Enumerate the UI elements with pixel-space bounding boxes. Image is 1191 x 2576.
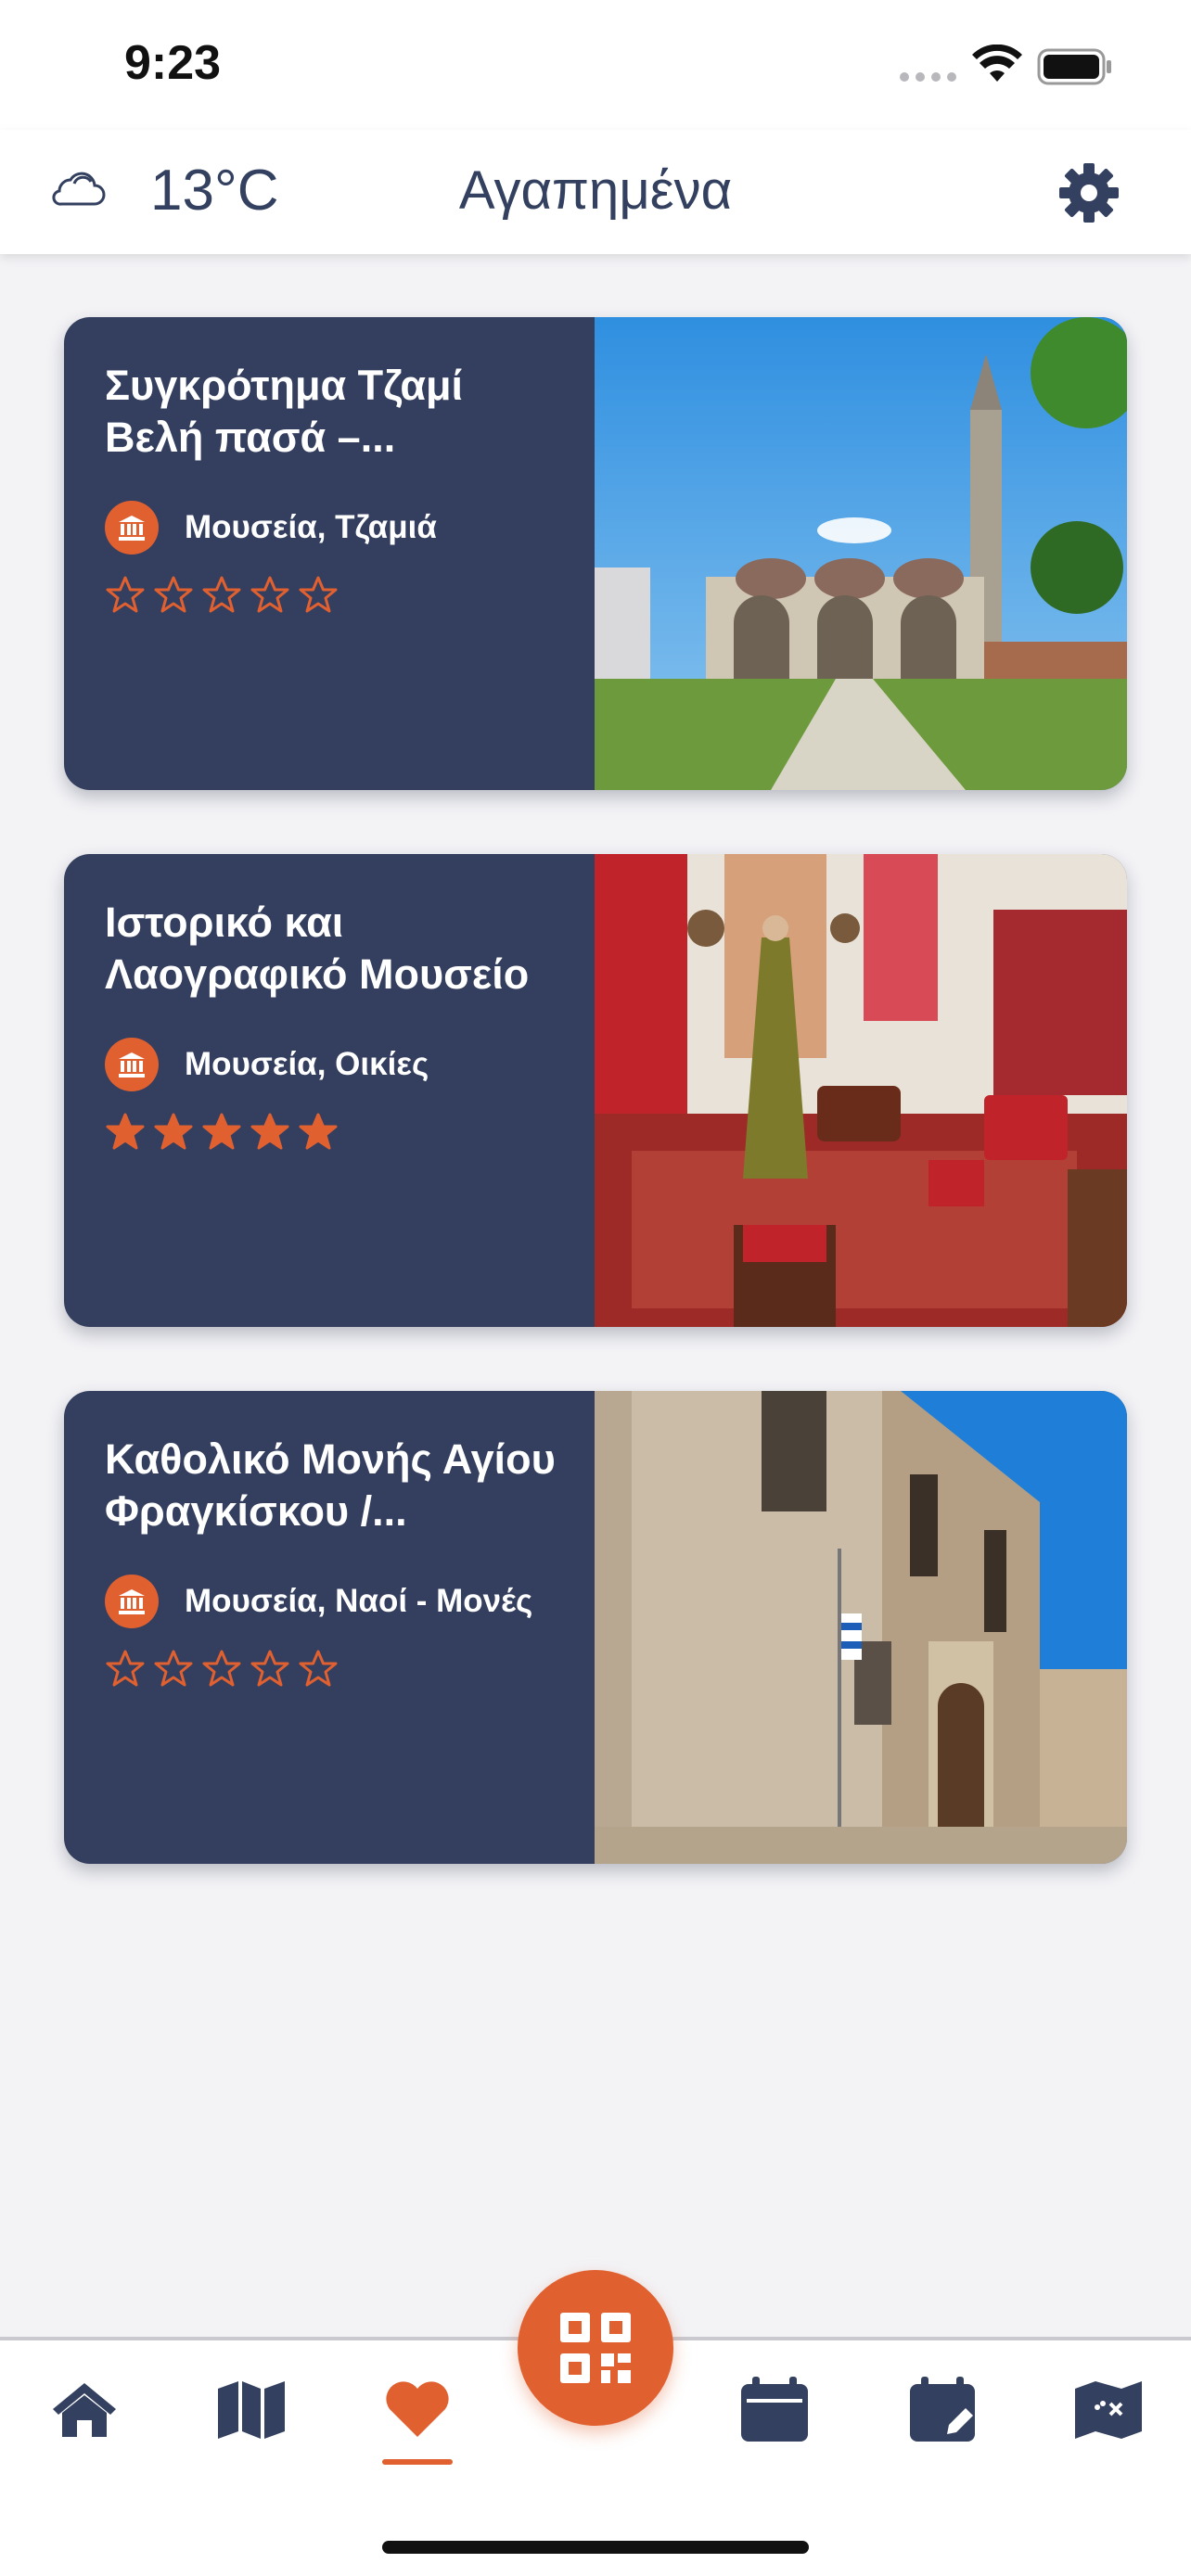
card-title: Συγκρότημα Τζαμί Βελή πασά –... <box>105 362 464 461</box>
star-outline-icon <box>250 1650 289 1687</box>
category-label: Μουσεία, Οικίες <box>185 1046 429 1082</box>
calendar-icon <box>741 2377 808 2442</box>
battery-icon <box>1037 48 1111 85</box>
heart-icon <box>386 2381 449 2437</box>
favorite-card[interactable]: Ιστορικό και Λαογραφικό Μουσείο Μουσεία,… <box>64 854 1127 1327</box>
qr-code-icon <box>560 2313 631 2383</box>
home-icon <box>53 2383 116 2437</box>
map-icon <box>218 2381 285 2439</box>
star-outline-icon <box>299 576 338 613</box>
map-x-icon <box>1075 2381 1142 2439</box>
star-outline-icon <box>154 576 193 613</box>
calendar-edit-icon <box>910 2377 975 2442</box>
star-outline-icon <box>154 1650 193 1687</box>
favorite-card[interactable]: Συγκρότημα Τζαμί Βελή πασά –... Μουσεία,… <box>64 317 1127 790</box>
star-filled-icon <box>299 1113 338 1150</box>
status-bar: 9:23 <box>0 0 1191 130</box>
folklore-museum-photo <box>595 854 1127 1327</box>
favorites-list: Συγκρότημα Τζαμί Βελή πασά –... Μουσεία,… <box>64 317 1127 1928</box>
star-rating <box>105 1649 557 1690</box>
nav-map[interactable] <box>210 2368 293 2452</box>
cellular-signal-icon <box>900 72 957 83</box>
card-body: Ιστορικό και Λαογραφικό Μουσείο Μουσεία,… <box>64 854 595 1327</box>
wifi-icon <box>972 45 1022 82</box>
qr-scan-button[interactable] <box>518 2270 673 2426</box>
star-filled-icon <box>202 1113 241 1150</box>
card-category: Μουσεία, Τζαμιά <box>105 501 557 555</box>
category-label: Μουσεία, Ναοί - Μονές <box>185 1583 533 1619</box>
card-title: Ιστορικό και Λαογραφικό Μουσείο <box>105 899 530 998</box>
favorite-card[interactable]: Καθολικό Μονής Αγίου Φραγκίσκου /... Μου… <box>64 1391 1127 1864</box>
card-title: Καθολικό Μονής Αγίου Φραγκίσκου /... <box>105 1435 556 1535</box>
nav-calendar[interactable] <box>733 2368 816 2452</box>
star-outline-icon <box>106 576 145 613</box>
museum-icon <box>105 1038 159 1091</box>
nav-favorites[interactable] <box>376 2368 459 2452</box>
nav-home[interactable] <box>43 2368 126 2452</box>
page-title: Αγαπημένα <box>458 160 733 221</box>
star-filled-icon <box>250 1113 289 1150</box>
star-outline-icon <box>106 1650 145 1687</box>
museum-icon <box>105 1575 159 1628</box>
nav-planner[interactable] <box>902 2368 985 2452</box>
card-body: Συγκρότημα Τζαμί Βελή πασά –... Μουσεία,… <box>64 317 595 790</box>
home-indicator <box>382 2541 809 2554</box>
status-time: 9:23 <box>124 36 222 90</box>
app-header: 13°C Αγαπημένα <box>0 130 1191 254</box>
star-filled-icon <box>106 1113 145 1150</box>
star-outline-icon <box>250 576 289 613</box>
star-rating <box>105 575 557 616</box>
star-filled-icon <box>154 1113 193 1150</box>
mosque-photo <box>595 317 1127 790</box>
star-outline-icon <box>299 1650 338 1687</box>
card-body: Καθολικό Μονής Αγίου Φραγκίσκου /... Μου… <box>64 1391 595 1864</box>
museum-icon <box>105 501 159 555</box>
card-category: Μουσεία, Οικίες <box>105 1038 557 1091</box>
nav-offline-map[interactable] <box>1067 2368 1150 2452</box>
star-outline-icon <box>202 576 241 613</box>
category-label: Μουσεία, Τζαμιά <box>185 509 437 545</box>
active-tab-indicator <box>382 2459 453 2465</box>
gear-icon[interactable] <box>1057 161 1121 224</box>
monastery-photo <box>595 1391 1127 1864</box>
card-category: Μουσεία, Ναοί - Μονές <box>105 1575 557 1628</box>
star-outline-icon <box>202 1650 241 1687</box>
star-rating <box>105 1112 557 1153</box>
